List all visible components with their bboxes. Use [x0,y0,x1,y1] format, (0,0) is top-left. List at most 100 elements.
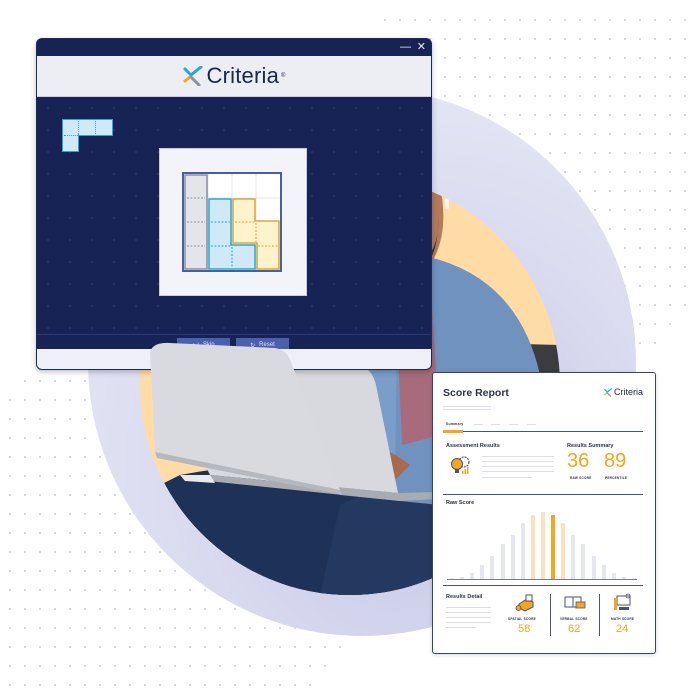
background-dot [534,57,536,59]
background-dot [174,589,176,591]
background-dot [129,551,131,553]
background-dot [39,437,41,439]
text-placeholder-line [446,622,491,624]
background-dot [489,95,491,97]
background-dot [234,627,236,629]
background-dot [39,608,41,610]
background-dot [639,190,641,192]
histogram-bar [541,511,545,579]
minimize-button[interactable]: — [400,41,411,53]
background-dot [234,608,236,610]
background-dot [129,627,131,629]
background-dot [264,646,266,648]
background-dot [144,551,146,553]
results-summary-heading: Results Summary [567,443,614,449]
background-dot [69,589,71,591]
laptop-foreground [150,342,343,495]
background-dot [339,646,341,648]
background-dot [609,95,611,97]
background-dot [9,684,11,686]
background-dot [669,133,671,135]
background-dot [639,57,641,59]
background-dot [159,646,161,648]
spatial-score-block: SPATIAL SCORE 58 [501,591,551,641]
background-dot [594,171,596,173]
background-dot [684,114,686,116]
logo-wordmark: Criteria [206,63,280,88]
tab-summary[interactable]: Summary [446,422,463,426]
background-dot [669,19,671,21]
tab-placeholder[interactable] [527,424,536,426]
background-dot [174,627,176,629]
background-dot [669,304,671,306]
background-dot [39,380,41,382]
background-dot [84,608,86,610]
background-dot [609,209,611,211]
background-dot [249,646,251,648]
background-dot [489,76,491,78]
report-criteria-logo: Criteria [604,387,643,397]
active-tab-indicator [443,430,463,433]
background-dot [564,38,566,40]
background-dot [684,247,686,249]
background-dot [39,532,41,534]
background-dot [594,76,596,78]
background-dot [114,570,116,572]
background-dot [609,38,611,40]
background-dot [609,114,611,116]
background-dot [69,418,71,420]
text-placeholder-line [482,477,532,479]
close-button[interactable]: ✕ [417,41,426,53]
results-detail-heading: Results Detail [446,594,483,600]
background-dot [39,646,41,648]
background-dot [69,684,71,686]
histogram-bar [551,515,556,579]
background-dot [624,171,626,173]
background-dot [219,608,221,610]
background-dot [624,19,626,21]
background-dot [9,665,11,667]
background-dot [489,57,491,59]
verbal-score-value: 62 [568,623,581,635]
background-dot [504,114,506,116]
background-dot [234,684,236,686]
histogram-bar [591,556,596,579]
histogram-bar [510,534,515,579]
background-dot [669,209,671,211]
background-dot [24,665,26,667]
background-dot [534,19,536,21]
background-dot [99,627,101,629]
math-board-icon [614,593,631,610]
background-dot [54,532,56,534]
tab-placeholder[interactable] [509,424,518,426]
background-dot [654,209,656,211]
background-dot [654,76,656,78]
background-dot [624,152,626,154]
puzzle-grid[interactable] [182,172,282,272]
tab-placeholder[interactable] [491,424,500,426]
background-dot [639,152,641,154]
background-dot [84,494,86,496]
background-dot [564,95,566,97]
text-placeholder-line [482,461,554,463]
background-dot [474,38,476,40]
background-dot [144,608,146,610]
background-dot [9,532,11,534]
histogram-bar [581,544,586,579]
background-dot [609,19,611,21]
background-dot [24,589,26,591]
background-dot [294,665,296,667]
window-titlebar: — ✕ [37,39,431,56]
background-dot [114,608,116,610]
background-dot [174,570,176,572]
background-dot [189,608,191,610]
background-dot [564,171,566,173]
background-dot [189,646,191,648]
histogram-bar [500,544,505,579]
background-dot [39,475,41,477]
background-dot [114,589,116,591]
tab-placeholder[interactable] [474,424,483,426]
background-dot [204,589,206,591]
background-dot [84,570,86,572]
background-dot [54,399,56,401]
